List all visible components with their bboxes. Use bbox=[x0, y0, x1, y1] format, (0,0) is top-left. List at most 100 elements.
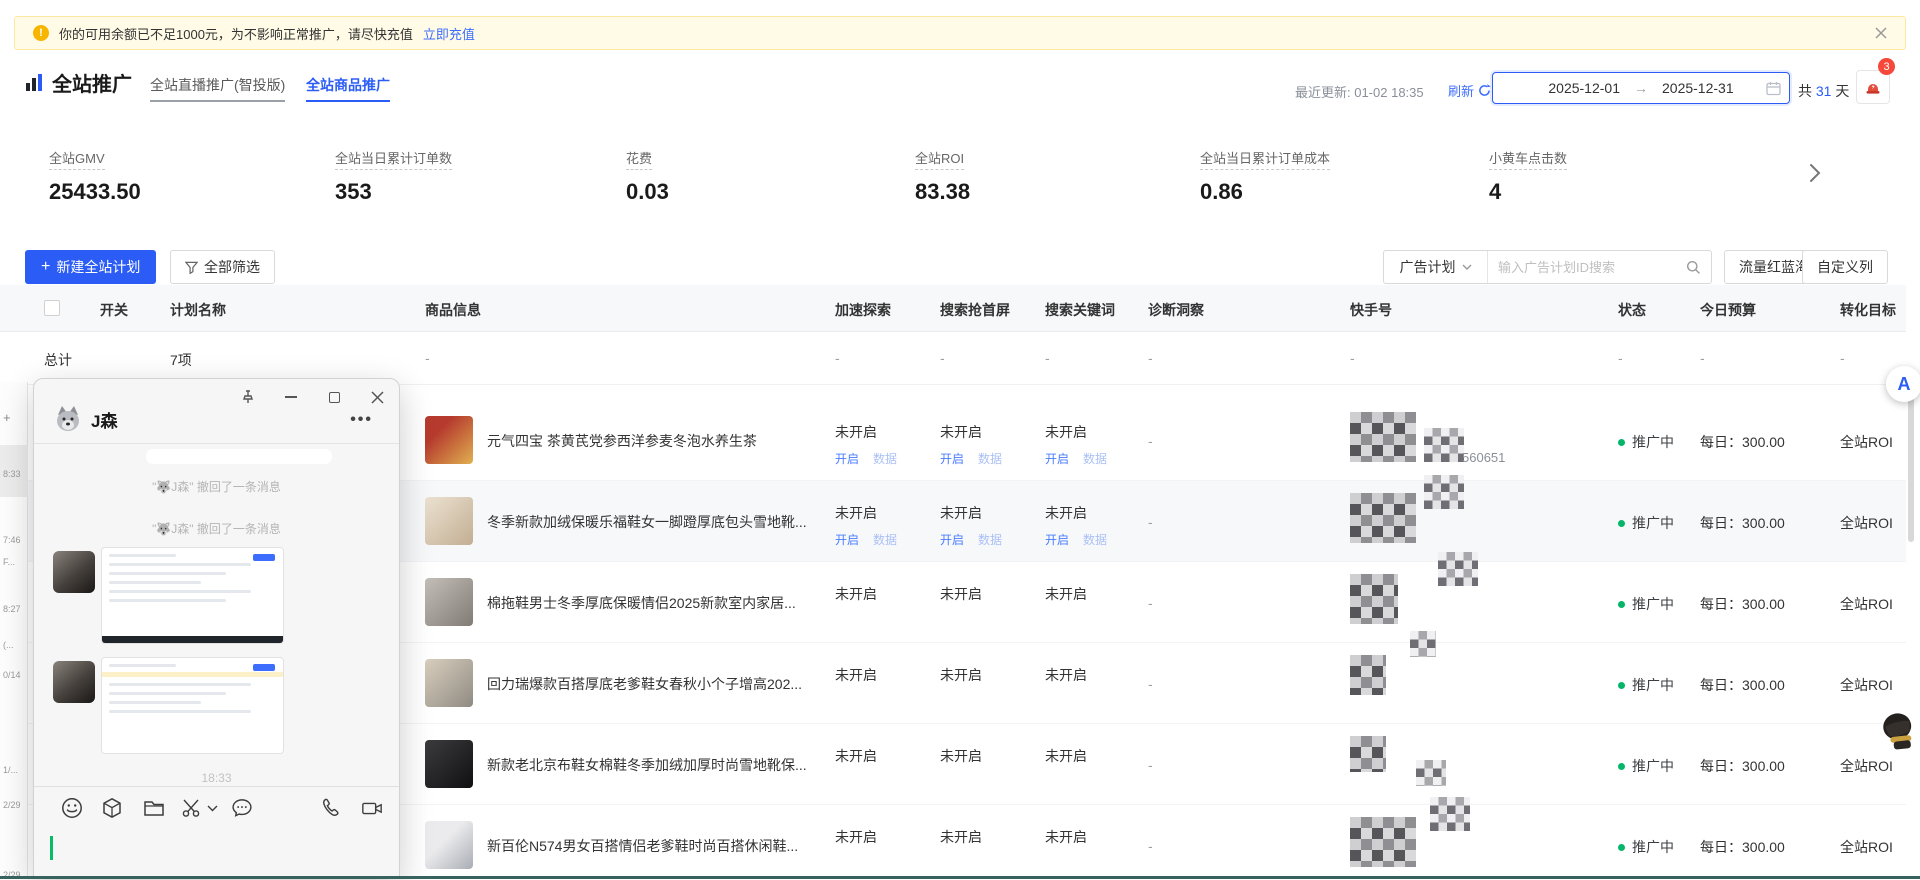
status-badge: 推广中 bbox=[1618, 594, 1674, 614]
maximize-icon[interactable] bbox=[326, 389, 342, 405]
enable-link[interactable]: 开启 bbox=[835, 531, 859, 548]
data-link[interactable]: 数据 bbox=[1083, 450, 1107, 467]
product-name[interactable]: 新百伦N574男女百搭情侣老爹鞋时尚百搭休闲鞋... bbox=[487, 836, 837, 856]
status-dot bbox=[1618, 520, 1625, 527]
product-name[interactable]: 回力瑞爆款百搭厚底老爹鞋女春秋小个子增高202... bbox=[487, 674, 837, 694]
accelerate-state: 未开启 bbox=[835, 584, 925, 604]
table-scrollbar[interactable] bbox=[1908, 392, 1914, 872]
col-plan-name: 计划名称 bbox=[170, 300, 226, 320]
custom-columns-button[interactable]: 自定义列 bbox=[1802, 250, 1888, 284]
video-call-icon[interactable] bbox=[361, 797, 383, 819]
chat-image-attachment[interactable] bbox=[101, 657, 284, 754]
date-start[interactable]: 2025-12-01 bbox=[1548, 80, 1620, 96]
total-count: 7项 bbox=[170, 350, 192, 370]
calendar-icon bbox=[1766, 81, 1781, 99]
search-icon[interactable] bbox=[1686, 260, 1701, 275]
product-image[interactable] bbox=[425, 497, 473, 545]
product-name[interactable]: 元气四宝 茶黄芪党参西洋参麦冬泡水养生茶 bbox=[487, 431, 837, 451]
search-keyword-state: 未开启 bbox=[1045, 584, 1135, 604]
date-arrow: → bbox=[1634, 80, 1648, 96]
daily-budget[interactable]: 每日：300.00 bbox=[1700, 594, 1785, 614]
send-file-folder-icon[interactable] bbox=[143, 797, 165, 819]
chat-more-button[interactable]: ••• bbox=[350, 411, 373, 429]
censored-account-info bbox=[1430, 797, 1470, 831]
enable-link[interactable]: 开启 bbox=[940, 450, 964, 467]
pin-icon[interactable] bbox=[240, 389, 256, 405]
daily-budget[interactable]: 每日：300.00 bbox=[1700, 513, 1785, 533]
chat-image-attachment[interactable] bbox=[101, 547, 284, 644]
diagnosis-value: - bbox=[1148, 514, 1153, 530]
product-image[interactable] bbox=[425, 659, 473, 707]
censored-account-avatar bbox=[1350, 817, 1416, 867]
chat-list-time: 2/29 bbox=[3, 800, 21, 810]
add-icon[interactable]: + bbox=[3, 410, 11, 425]
diagnosis-value: - bbox=[1148, 433, 1153, 449]
select-all-checkbox[interactable] bbox=[44, 300, 60, 316]
close-icon[interactable] bbox=[369, 389, 385, 405]
enable-link[interactable]: 开启 bbox=[1045, 450, 1069, 467]
data-link[interactable]: 数据 bbox=[978, 531, 1002, 548]
diagnosis-value: - bbox=[1148, 676, 1153, 692]
funnel-icon bbox=[185, 261, 198, 274]
sticker-box-icon[interactable] bbox=[101, 797, 123, 819]
alarm-notification-button[interactable] bbox=[1856, 70, 1890, 104]
minimize-icon[interactable] bbox=[283, 389, 299, 405]
enable-link[interactable]: 开启 bbox=[835, 450, 859, 467]
recharge-link[interactable]: 立即充值 bbox=[423, 24, 475, 43]
data-link[interactable]: 数据 bbox=[873, 450, 897, 467]
voice-call-icon[interactable] bbox=[321, 797, 343, 819]
filter-button[interactable]: 全部筛选 bbox=[170, 250, 275, 284]
conversion-target: 全站ROI bbox=[1840, 837, 1893, 857]
daily-budget[interactable]: 每日：300.00 bbox=[1700, 432, 1785, 452]
date-end[interactable]: 2025-12-31 bbox=[1662, 80, 1734, 96]
date-range-picker[interactable]: 2025-12-01 → 2025-12-31 bbox=[1492, 72, 1790, 104]
conversion-target: 全站ROI bbox=[1840, 675, 1893, 695]
col-diagnosis: 诊断洞察 bbox=[1148, 300, 1204, 320]
product-name[interactable]: 新款老北京布鞋女棉鞋冬季加绒加厚时尚雪地靴保... bbox=[487, 755, 837, 775]
censored-message bbox=[146, 449, 332, 464]
balance-warning-banner: ! 你的可用余额已不足1000元，为不影响正常推广，请尽快充值 立即充值 bbox=[14, 16, 1906, 50]
product-image[interactable] bbox=[425, 740, 473, 788]
enable-link[interactable]: 开启 bbox=[1045, 531, 1069, 548]
data-link[interactable]: 数据 bbox=[978, 450, 1002, 467]
chat-history-icon[interactable] bbox=[231, 797, 253, 819]
tab-live-promotion[interactable]: 全站直播推广(智投版) bbox=[150, 75, 285, 102]
refresh-button[interactable]: 刷新 bbox=[1448, 81, 1491, 100]
censored-account-avatar bbox=[1350, 655, 1386, 695]
sender-avatar[interactable] bbox=[53, 661, 95, 703]
emoji-icon[interactable] bbox=[61, 797, 83, 819]
banner-close-icon[interactable] bbox=[1875, 27, 1887, 39]
plan-type-select[interactable]: 广告计划 bbox=[1384, 251, 1488, 283]
enable-link[interactable]: 开启 bbox=[940, 531, 964, 548]
censored-account-info bbox=[1424, 428, 1464, 462]
accelerate-state: 未开启 bbox=[835, 422, 925, 442]
data-link[interactable]: 数据 bbox=[873, 531, 897, 548]
stats-next-button[interactable] bbox=[1800, 155, 1830, 191]
chevron-down-icon[interactable] bbox=[206, 797, 218, 819]
screenshot-scissors-icon[interactable] bbox=[181, 797, 203, 819]
daily-budget[interactable]: 每日：300.00 bbox=[1700, 837, 1785, 857]
sender-avatar[interactable] bbox=[53, 551, 95, 593]
chat-input-caret[interactable] bbox=[50, 836, 53, 860]
product-image[interactable] bbox=[425, 416, 473, 464]
stat-roi: 全站ROI83.38 bbox=[915, 148, 970, 205]
chat-list-time: (... bbox=[3, 640, 14, 650]
col-conversion-target: 转化目标 bbox=[1840, 300, 1896, 320]
assistant-floating-button[interactable]: A bbox=[1886, 366, 1920, 402]
daily-budget[interactable]: 每日：300.00 bbox=[1700, 756, 1785, 776]
accelerate-state: 未开启 bbox=[835, 665, 925, 685]
page-title: 全站推广 bbox=[24, 68, 132, 97]
tab-product-promotion[interactable]: 全站商品推广 bbox=[306, 75, 390, 102]
col-switch: 开关 bbox=[100, 300, 128, 320]
product-name[interactable]: 棉拖鞋男士冬季厚底保暖情侣2025新款室内家居... bbox=[487, 593, 837, 613]
chat-list-time: 1/... bbox=[3, 765, 18, 775]
product-name[interactable]: 冬季新款加绒保暖乐福鞋女一脚蹬厚底包头雪地靴... bbox=[487, 512, 837, 532]
data-link[interactable]: 数据 bbox=[1083, 531, 1107, 548]
daily-budget[interactable]: 每日：300.00 bbox=[1700, 675, 1785, 695]
plan-search-combo: 广告计划 bbox=[1383, 250, 1712, 284]
plan-search-input[interactable] bbox=[1488, 260, 1686, 275]
new-plan-button[interactable]: +新建全站计划 bbox=[25, 250, 156, 284]
product-image[interactable] bbox=[425, 821, 473, 869]
product-image[interactable] bbox=[425, 578, 473, 626]
col-product-info: 商品信息 bbox=[425, 300, 481, 320]
